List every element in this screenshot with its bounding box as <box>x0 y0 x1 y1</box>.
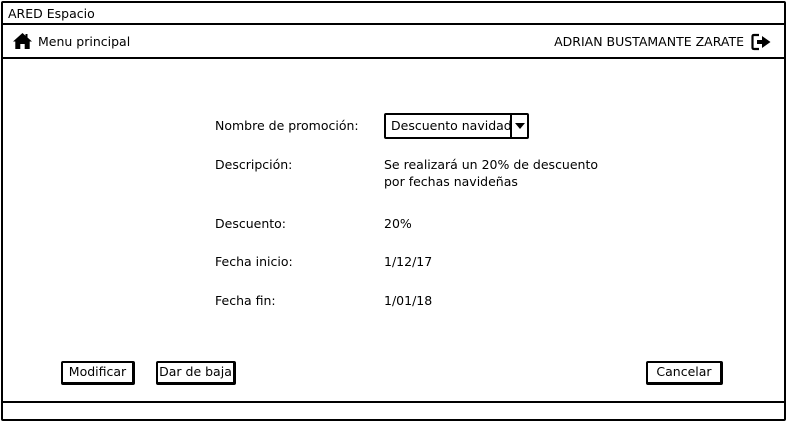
user-name: ADRIAN BUSTAMANTE ZARATE <box>554 34 744 49</box>
cancel-button[interactable]: Cancelar <box>646 361 723 385</box>
promotion-name-label: Nombre de promoción: <box>215 118 359 133</box>
main-content: Nombre de promoción: Descuento navidad D… <box>3 59 784 401</box>
promotion-name-select[interactable]: Descuento navidad <box>384 113 529 139</box>
start-date-label: Fecha inicio: <box>215 254 293 269</box>
description-label: Descripción: <box>215 157 293 172</box>
end-date-value: 1/01/18 <box>384 293 433 308</box>
chevron-down-icon[interactable] <box>510 115 527 137</box>
home-icon <box>12 32 33 50</box>
deactivate-button[interactable]: Dar de baja <box>156 361 236 385</box>
discount-label: Descuento: <box>215 216 286 231</box>
sign-out-icon <box>751 33 772 51</box>
start-date-value: 1/12/17 <box>384 254 433 269</box>
description-line-1: Se realizará un 20% de descuento <box>384 157 599 172</box>
home-label: Menu principal <box>38 33 131 49</box>
window-title: ARED Espacio <box>8 6 95 21</box>
navigation-bar: Menu principal ADRIAN BUSTAMANTE ZARATE <box>3 25 784 59</box>
logout-button[interactable] <box>751 33 772 51</box>
home-link[interactable]: Menu principal <box>12 32 130 50</box>
title-bar: ARED Espacio <box>3 3 784 25</box>
app-window: ARED Espacio Menu principal ADRIAN BUSTA… <box>1 1 786 421</box>
modify-button[interactable]: Modificar <box>61 361 135 385</box>
promotion-name-value: Descuento navidad <box>391 118 512 133</box>
end-date-label: Fecha fin: <box>215 293 276 308</box>
description-line-2: por fechas navideñas <box>384 174 518 189</box>
status-bar-divider <box>3 401 784 403</box>
discount-value: 20% <box>384 216 412 231</box>
